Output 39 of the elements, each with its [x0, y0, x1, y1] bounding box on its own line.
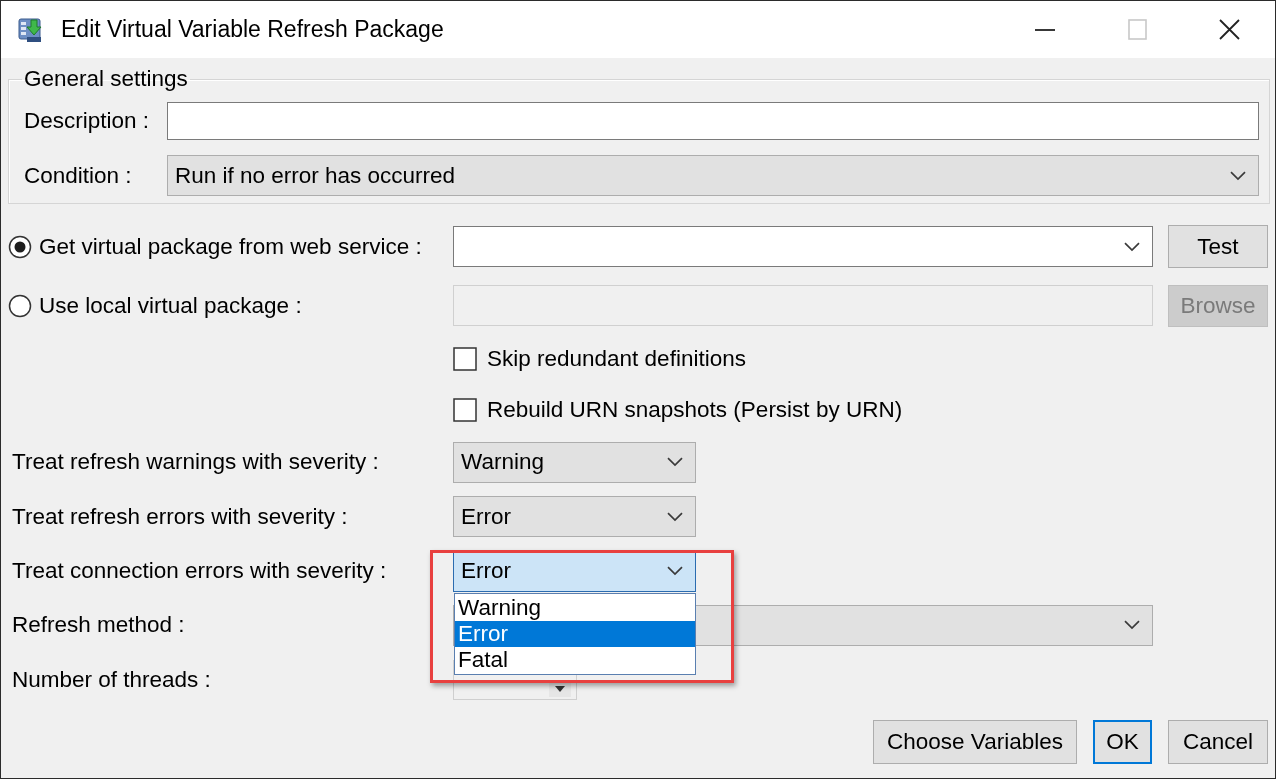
dialog-button[interactable]: Cancel — [1168, 720, 1268, 764]
chevron-down-icon — [667, 511, 683, 522]
dropdown-option[interactable]: Error — [455, 620, 695, 647]
window-download-icon — [18, 16, 44, 43]
severity-label: Treat refresh errors with severity : — [12, 503, 349, 530]
dialog-button[interactable]: OK — [1093, 720, 1152, 764]
radio-label: Use local virtual package : — [39, 292, 302, 319]
description-field[interactable] — [167, 102, 1259, 140]
checkbox-label: Skip redundant definitions — [487, 346, 746, 372]
radio-button[interactable] — [8, 234, 32, 259]
checkbox-label: Rebuild URN snapshots (Persist by URN) — [487, 396, 903, 423]
minimize-icon — [1035, 28, 1055, 31]
threads-label: Number of threads : — [12, 666, 212, 693]
radio-button[interactable] — [8, 293, 32, 318]
chevron-down-icon — [1230, 170, 1246, 181]
severity-label: Treat connection errors with severity : — [12, 558, 388, 584]
condition-dropdown[interactable]: Run if no error has occurred — [167, 155, 1259, 196]
dropdown-option[interactable]: Warning — [455, 594, 695, 621]
web-service-dropdown[interactable] — [453, 226, 1153, 267]
close-icon — [1218, 19, 1240, 40]
description-label: Description : — [24, 108, 151, 134]
chevron-down-icon — [667, 566, 683, 576]
test-button[interactable]: Test — [1168, 225, 1268, 268]
checkbox[interactable] — [453, 397, 477, 422]
severity-dropdown[interactable]: Error — [453, 496, 696, 537]
radio-label: Get virtual package from web service : — [39, 233, 422, 260]
severity-dropdown[interactable]: Warning — [453, 441, 696, 483]
dropdown-option[interactable]: Fatal — [455, 646, 695, 673]
group-title: General settings — [23, 67, 189, 91]
chevron-down-icon — [1124, 620, 1140, 630]
chevron-down-icon — [1124, 241, 1140, 252]
checkbox[interactable] — [453, 347, 477, 371]
severity-label: Treat refresh warnings with severity : — [12, 449, 380, 475]
chevron-down-icon — [667, 457, 683, 467]
window-title: Edit Virtual Variable Refresh Package — [61, 16, 444, 43]
condition-label: Condition : — [24, 162, 133, 189]
dialog-button[interactable]: Choose Variables — [873, 720, 1077, 764]
refresh-method-label: Refresh method : — [12, 612, 186, 638]
maximize-icon — [1127, 19, 1147, 40]
